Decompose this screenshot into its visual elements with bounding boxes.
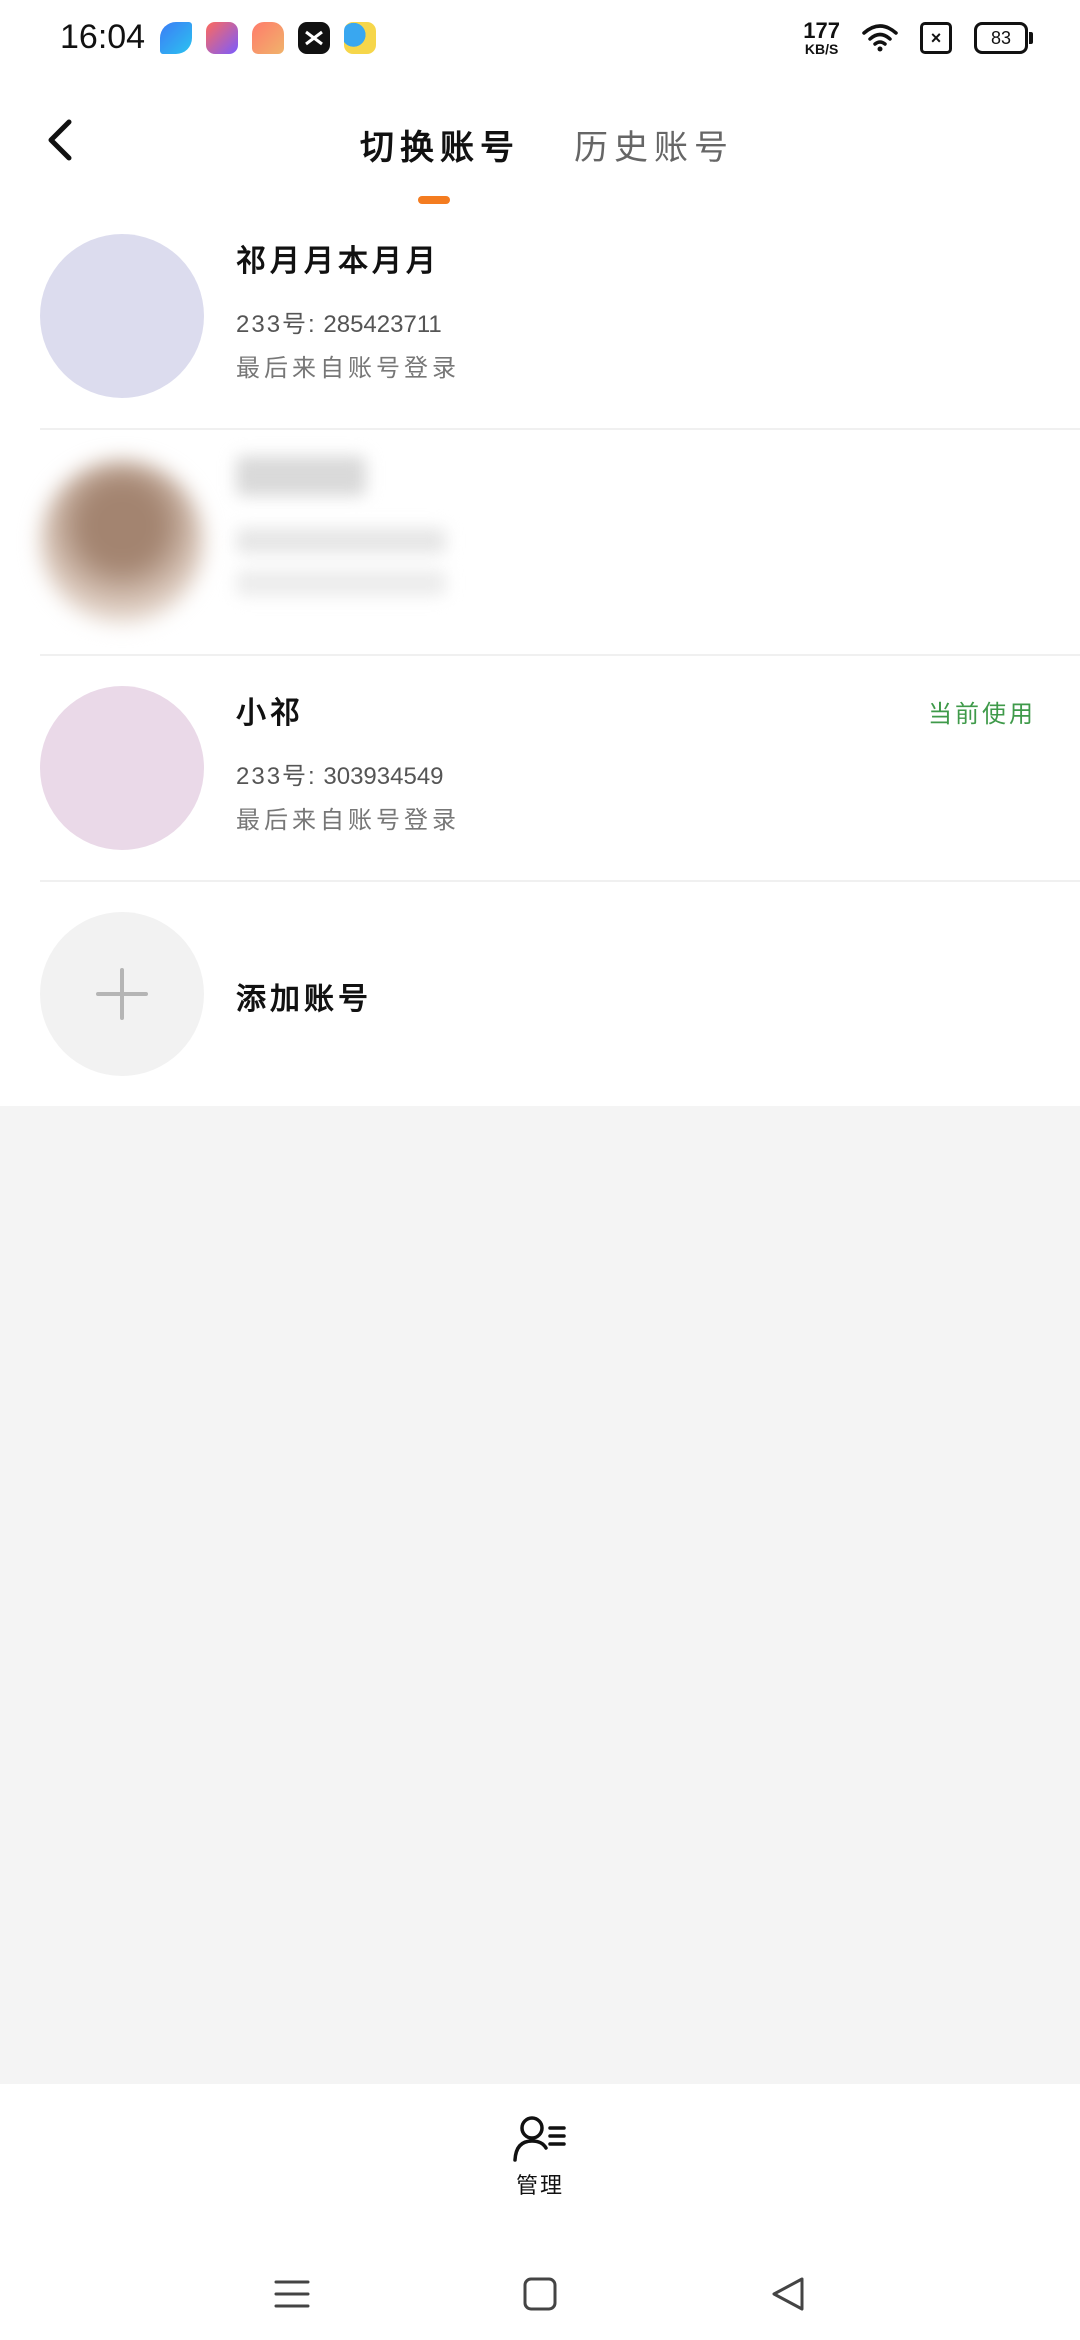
account-id-value: 303934549 [323, 763, 444, 790]
bottom-bar: 管理 [0, 2084, 1080, 2340]
game-icon [252, 22, 284, 54]
battery-level: 83 [990, 27, 1012, 48]
status-bar: 16:04 177 KB/S × 83 [0, 0, 1080, 80]
tab-switch-account[interactable]: 切换账号 [360, 120, 520, 169]
back-button[interactable] [30, 110, 90, 170]
current-account-badge: 当前使用 [928, 700, 1036, 728]
account-login-source: 最后来自账号登录 [236, 806, 460, 834]
battery-icon: 83 [974, 22, 1033, 54]
manage-button[interactable]: 管理 [500, 2114, 580, 2214]
avatar [40, 686, 204, 850]
account-id: 233号: 303934549 [236, 756, 444, 791]
blurred-source [236, 570, 446, 596]
no-sim-icon: × [920, 22, 952, 54]
add-account-avatar [40, 912, 204, 1076]
home-icon[interactable] [520, 2274, 560, 2314]
avatar [40, 460, 204, 624]
account-row[interactable]: 祁月月本月月 233号: 285423711 最后来自账号登录 [0, 204, 1080, 430]
avatar [40, 234, 204, 398]
account-id-label: 233号: [236, 311, 317, 338]
wifi-icon [862, 24, 898, 52]
feishu-icon [160, 22, 192, 54]
account-row-blurred[interactable] [0, 430, 1080, 656]
menu-icon[interactable] [272, 2274, 312, 2314]
account-name: 小祁 [236, 696, 304, 731]
network-speed-value: 177 [803, 18, 840, 43]
network-speed: 177 KB/S [803, 18, 840, 57]
status-app-icons [160, 22, 376, 54]
add-account-button[interactable]: 添加账号 [0, 882, 1080, 1108]
weather-icon [344, 22, 376, 54]
user-manage-icon [513, 2116, 566, 2162]
system-nav-bar [0, 2244, 1080, 2340]
status-time: 16:04 [60, 18, 146, 56]
manage-label: 管理 [515, 2174, 564, 2199]
account-login-source: 最后来自账号登录 [236, 354, 460, 382]
shortcut-icon [206, 22, 238, 54]
account-row[interactable]: 小祁 当前使用 233号: 303934549 最后来自账号登录 [0, 656, 1080, 882]
blurred-name [236, 456, 366, 496]
status-right: 177 KB/S × 83 [803, 18, 1033, 57]
account-id-value: 285423711 [323, 311, 442, 338]
account-id: 233号: 285423711 [236, 304, 442, 339]
blurred-id [236, 528, 446, 554]
plus-icon [96, 968, 148, 1020]
account-list: 祁月月本月月 233号: 285423711 最后来自账号登录 小祁 当前使用 … [0, 204, 1080, 1106]
header: 切换账号 历史账号 [0, 80, 1080, 206]
add-account-label: 添加账号 [236, 982, 372, 1017]
chevron-left-icon [48, 119, 72, 161]
account-id-label: 233号: [236, 763, 317, 790]
capcut-icon [298, 22, 330, 54]
account-name: 祁月月本月月 [236, 244, 440, 279]
back-nav-icon[interactable] [768, 2274, 808, 2314]
tab-history-account[interactable]: 历史账号 [574, 120, 734, 169]
network-speed-unit: KB/S [804, 41, 839, 57]
active-tab-indicator [418, 196, 450, 204]
